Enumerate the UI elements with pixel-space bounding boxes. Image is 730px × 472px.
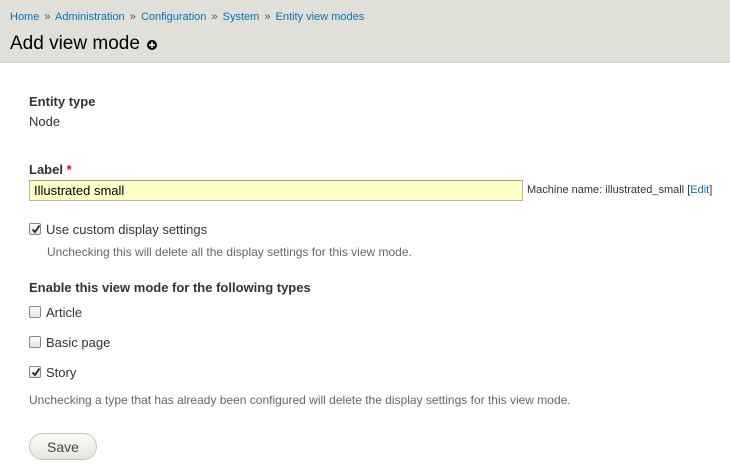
- type-basic-page-checkbox[interactable]: [29, 336, 41, 348]
- breadcrumb-system[interactable]: System: [223, 11, 260, 23]
- page-title: Add view mode: [10, 33, 140, 54]
- type-article-label[interactable]: Article: [46, 305, 82, 320]
- custom-display-checkbox[interactable]: [29, 223, 41, 235]
- types-section-title: Enable this view mode for the following …: [29, 280, 311, 295]
- add-shortcut-icon[interactable]: [147, 40, 157, 50]
- page-header: Home » Administration » Configuration » …: [0, 0, 730, 63]
- breadcrumb-separator: »: [264, 11, 271, 23]
- entity-type-value: Node: [29, 114, 61, 129]
- machine-name: Machine name: illustrated_small [Edit]: [527, 184, 712, 196]
- custom-display-label[interactable]: Use custom display settings: [46, 222, 207, 237]
- label-field-label: Label *: [29, 162, 72, 177]
- custom-display-description: Unchecking this will delete all the disp…: [47, 245, 412, 259]
- type-story-label[interactable]: Story: [46, 365, 76, 380]
- breadcrumb-separator: »: [211, 11, 218, 23]
- required-marker: *: [66, 162, 72, 177]
- machine-name-text: Machine name: illustrated_small: [527, 184, 685, 196]
- breadcrumb-separator: »: [44, 11, 51, 23]
- save-button[interactable]: Save: [29, 433, 97, 460]
- label-field-text: Label: [29, 162, 63, 177]
- edit-bracket-close: ]: [709, 184, 713, 196]
- checkmark-icon: [31, 224, 41, 234]
- types-description: Unchecking a type that has already been …: [29, 393, 571, 407]
- breadcrumb-administration[interactable]: Administration: [55, 11, 125, 23]
- type-story-checkbox[interactable]: [29, 366, 41, 378]
- checkmark-icon: [31, 367, 41, 377]
- breadcrumb-home[interactable]: Home: [10, 11, 39, 23]
- type-basic-page-label[interactable]: Basic page: [46, 335, 110, 350]
- machine-name-edit-link[interactable]: Edit: [690, 184, 709, 196]
- label-input[interactable]: [29, 180, 523, 201]
- type-article-checkbox[interactable]: [29, 306, 41, 318]
- breadcrumb-configuration[interactable]: Configuration: [141, 11, 206, 23]
- breadcrumb-entity-view-modes[interactable]: Entity view modes: [276, 11, 365, 23]
- breadcrumb-separator: »: [129, 11, 136, 23]
- breadcrumb: Home » Administration » Configuration » …: [10, 11, 364, 23]
- entity-type-label: Entity type: [29, 94, 96, 109]
